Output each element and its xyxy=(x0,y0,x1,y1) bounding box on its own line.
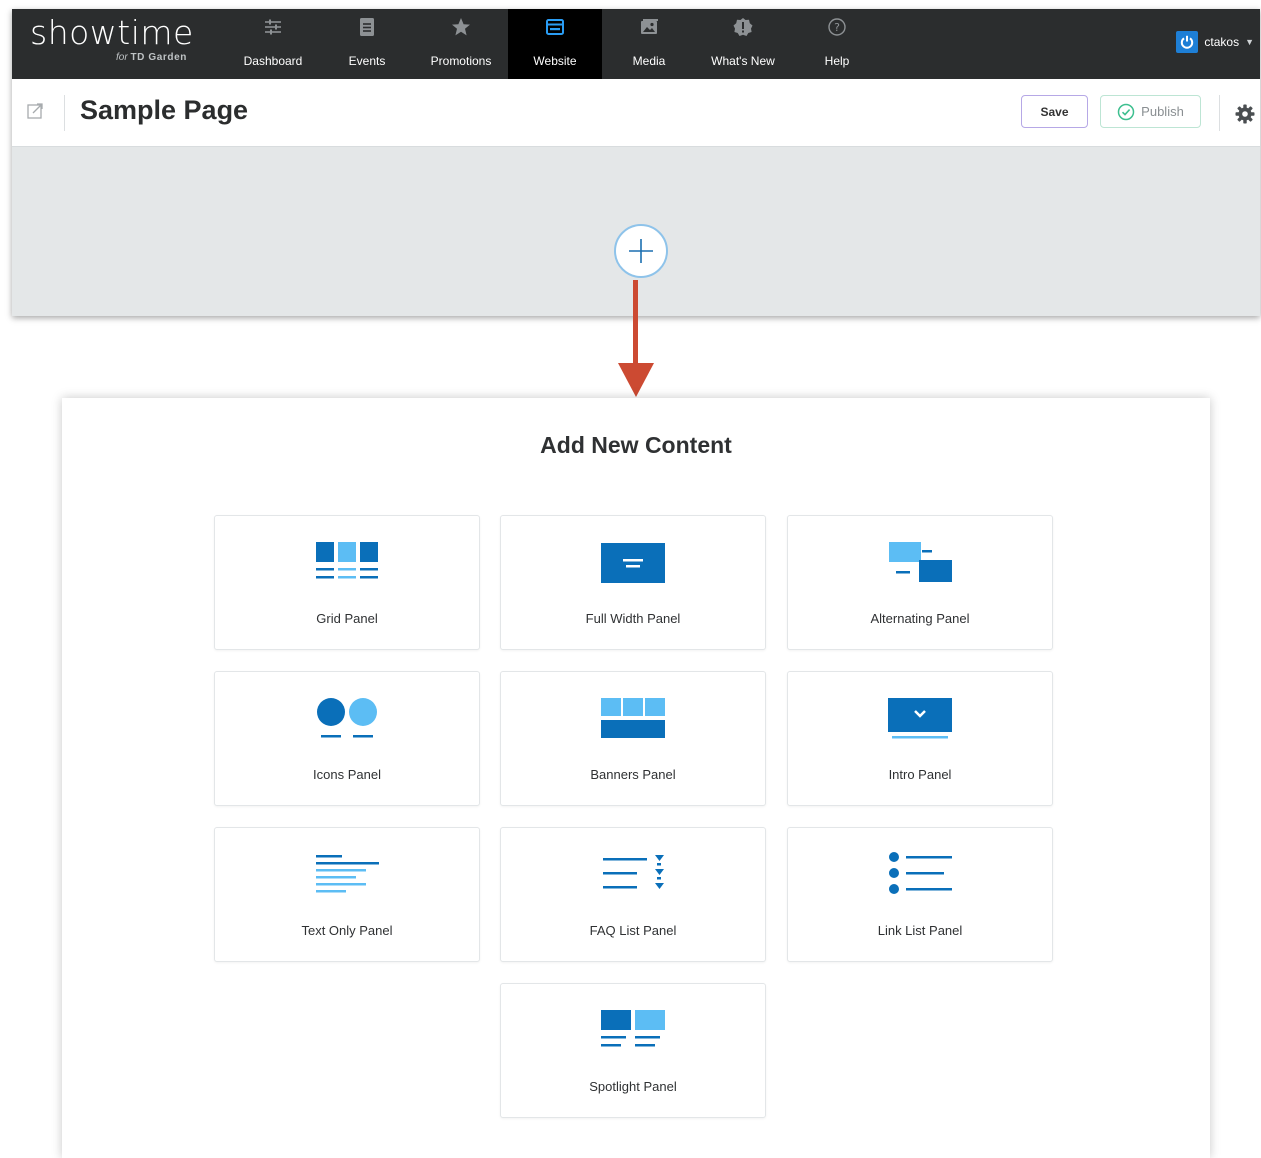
card-label: Grid Panel xyxy=(316,611,378,626)
app-window: showtime for TD Garden Dashboard Events … xyxy=(12,9,1260,316)
save-button-label: Save xyxy=(1040,104,1069,119)
user-menu[interactable]: ctakos ▼ xyxy=(1176,31,1254,53)
alert-badge-icon xyxy=(733,18,753,36)
intro-panel-icon xyxy=(888,698,952,739)
grid-panel-icon xyxy=(316,542,378,579)
banners-panel-card[interactable]: Banners Panel xyxy=(500,671,766,806)
brand-tagline: for TD Garden xyxy=(116,52,187,63)
connector-arrow-line xyxy=(633,280,638,368)
nav-label-whats-new: What's New xyxy=(711,54,775,68)
nav-label-promotions: Promotions xyxy=(430,54,492,68)
faq-list-panel-icon xyxy=(603,855,664,889)
card-label: Icons Panel xyxy=(313,767,381,782)
nav-item-promotions[interactable]: Promotions xyxy=(414,9,508,79)
link-list-panel-icon xyxy=(889,852,952,894)
top-navigation-bar: showtime for TD Garden Dashboard Events … xyxy=(12,9,1260,79)
grid-panel-card[interactable]: Grid Panel xyxy=(214,515,480,650)
nav-label-dashboard: Dashboard xyxy=(243,54,303,68)
nav-item-help[interactable]: ? Help xyxy=(790,9,884,79)
text-only-panel-card[interactable]: Text Only Panel xyxy=(214,827,480,962)
card-label: Spotlight Panel xyxy=(589,1079,677,1094)
card-label: Link List Panel xyxy=(877,923,963,938)
intro-panel-card[interactable]: Intro Panel xyxy=(787,671,1053,806)
card-label: FAQ List Panel xyxy=(589,923,677,938)
modal-title: Add New Content xyxy=(540,432,732,458)
save-button[interactable]: Save xyxy=(1021,95,1088,128)
page-title: Sample Page xyxy=(80,95,249,125)
card-label: Alternating Panel xyxy=(870,611,970,626)
full-width-panel-card[interactable]: Full Width Panel xyxy=(500,515,766,650)
text-only-panel-icon xyxy=(316,855,379,893)
images-icon xyxy=(641,19,658,34)
page-header: Sample Page Save Publish xyxy=(12,79,1260,147)
nav-label-help: Help xyxy=(824,54,850,68)
brand-tagline-org: TD Garden xyxy=(130,52,187,63)
alternating-panel-card[interactable]: Alternating Panel xyxy=(787,515,1053,650)
banners-panel-icon xyxy=(601,698,665,738)
nav-label-events: Events xyxy=(348,54,386,68)
publish-button[interactable]: Publish xyxy=(1100,95,1201,128)
card-label: Text Only Panel xyxy=(301,923,393,938)
check-circle-icon xyxy=(1117,103,1135,120)
svg-text:?: ? xyxy=(834,21,840,34)
sliders-icon xyxy=(265,19,281,35)
star-icon xyxy=(452,18,470,36)
question-circle-icon: ? xyxy=(828,18,846,36)
gear-icon[interactable] xyxy=(1234,103,1256,125)
icons-panel-card[interactable]: Icons Panel xyxy=(214,671,480,806)
nav-label-website: Website xyxy=(533,54,577,68)
header-divider xyxy=(1219,95,1220,131)
nav-item-website[interactable]: Website xyxy=(508,9,602,79)
chevron-down-icon: ▼ xyxy=(1245,37,1254,47)
connector-arrow-head xyxy=(618,363,654,397)
nav-item-dashboard[interactable]: Dashboard xyxy=(226,9,320,79)
full-width-panel-icon xyxy=(601,543,665,583)
spotlight-panel-card[interactable]: Spotlight Panel xyxy=(500,983,766,1118)
brand-logo[interactable]: showtime for TD Garden xyxy=(30,13,210,73)
alternating-panel-icon xyxy=(889,542,952,582)
username: ctakos xyxy=(1204,35,1240,49)
document-icon xyxy=(360,18,374,36)
spotlight-panel-icon xyxy=(601,1010,665,1047)
browser-window-icon xyxy=(546,19,564,35)
nav-item-whats-new[interactable]: What's New xyxy=(696,9,790,79)
external-link-icon[interactable] xyxy=(26,102,44,120)
card-label: Full Width Panel xyxy=(585,611,681,626)
add-content-button[interactable] xyxy=(614,224,668,278)
faq-list-panel-card[interactable]: FAQ List Panel xyxy=(500,827,766,962)
nav-label-media: Media xyxy=(632,54,666,68)
nav-item-events[interactable]: Events xyxy=(320,9,414,79)
nav-item-media[interactable]: Media xyxy=(602,9,696,79)
link-list-panel-card[interactable]: Link List Panel xyxy=(787,827,1053,962)
add-new-content-modal: Add New Content Grid Panel Full Width Pa… xyxy=(62,398,1210,1158)
publish-button-label: Publish xyxy=(1141,104,1184,119)
power-icon xyxy=(1176,31,1199,53)
plus-icon xyxy=(629,239,653,263)
header-divider xyxy=(64,95,65,131)
card-label: Intro Panel xyxy=(888,767,952,782)
brand-name: showtime xyxy=(30,13,194,52)
brand-tagline-prefix: for xyxy=(116,52,128,63)
card-label: Banners Panel xyxy=(590,767,676,782)
icons-panel-icon xyxy=(317,698,377,738)
